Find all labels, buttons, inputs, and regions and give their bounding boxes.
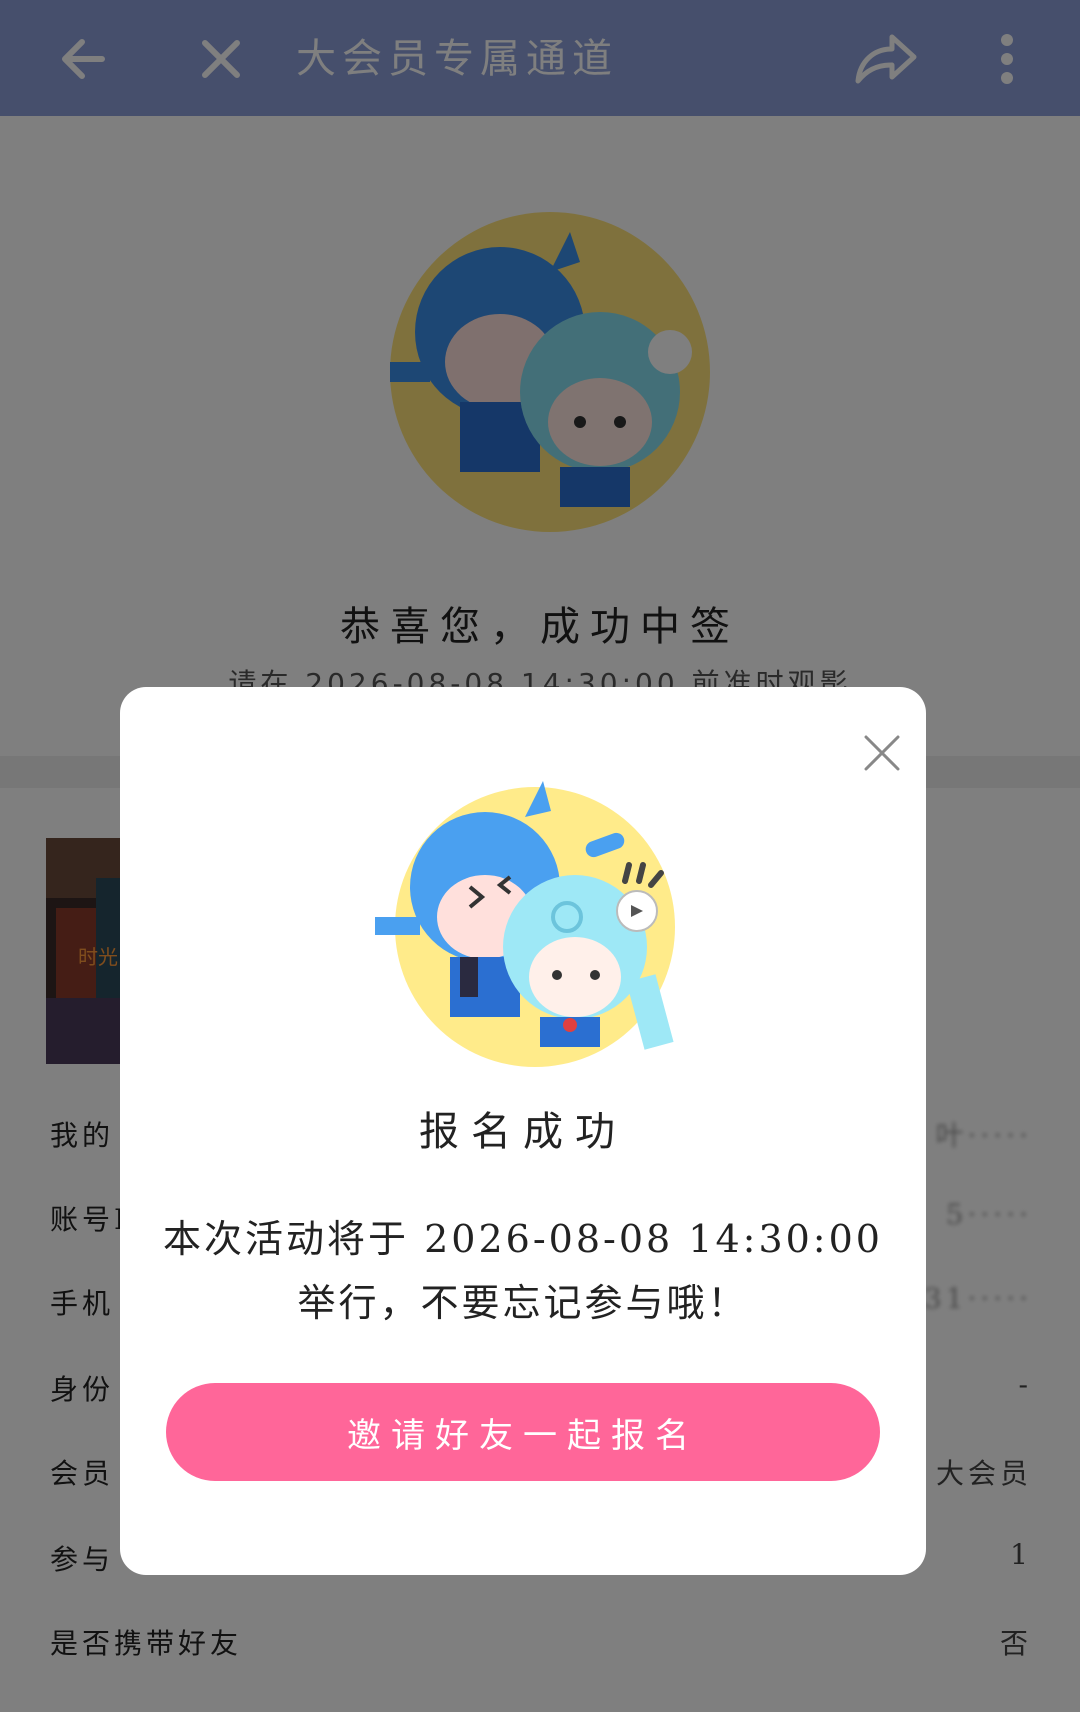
invite-friends-button[interactable]: 邀请好友一起报名 (166, 1383, 880, 1481)
mascot-illustration (355, 777, 685, 1077)
modal-message-line2: 举行，不要忘记参与哦！ (297, 1281, 749, 1325)
modal-message: 本次活动将于 2026-08-08 14:30:00 举行，不要忘记参与哦！ (160, 1207, 886, 1335)
modal-close-icon[interactable] (858, 729, 906, 777)
modal-title: 报名成功 (419, 1109, 627, 1155)
success-modal: 报名成功 本次活动将于 2026-08-08 14:30:00 举行，不要忘记参… (120, 687, 926, 1575)
modal-message-line1: 本次活动将于 2026-08-08 14:30:00 (163, 1217, 883, 1261)
